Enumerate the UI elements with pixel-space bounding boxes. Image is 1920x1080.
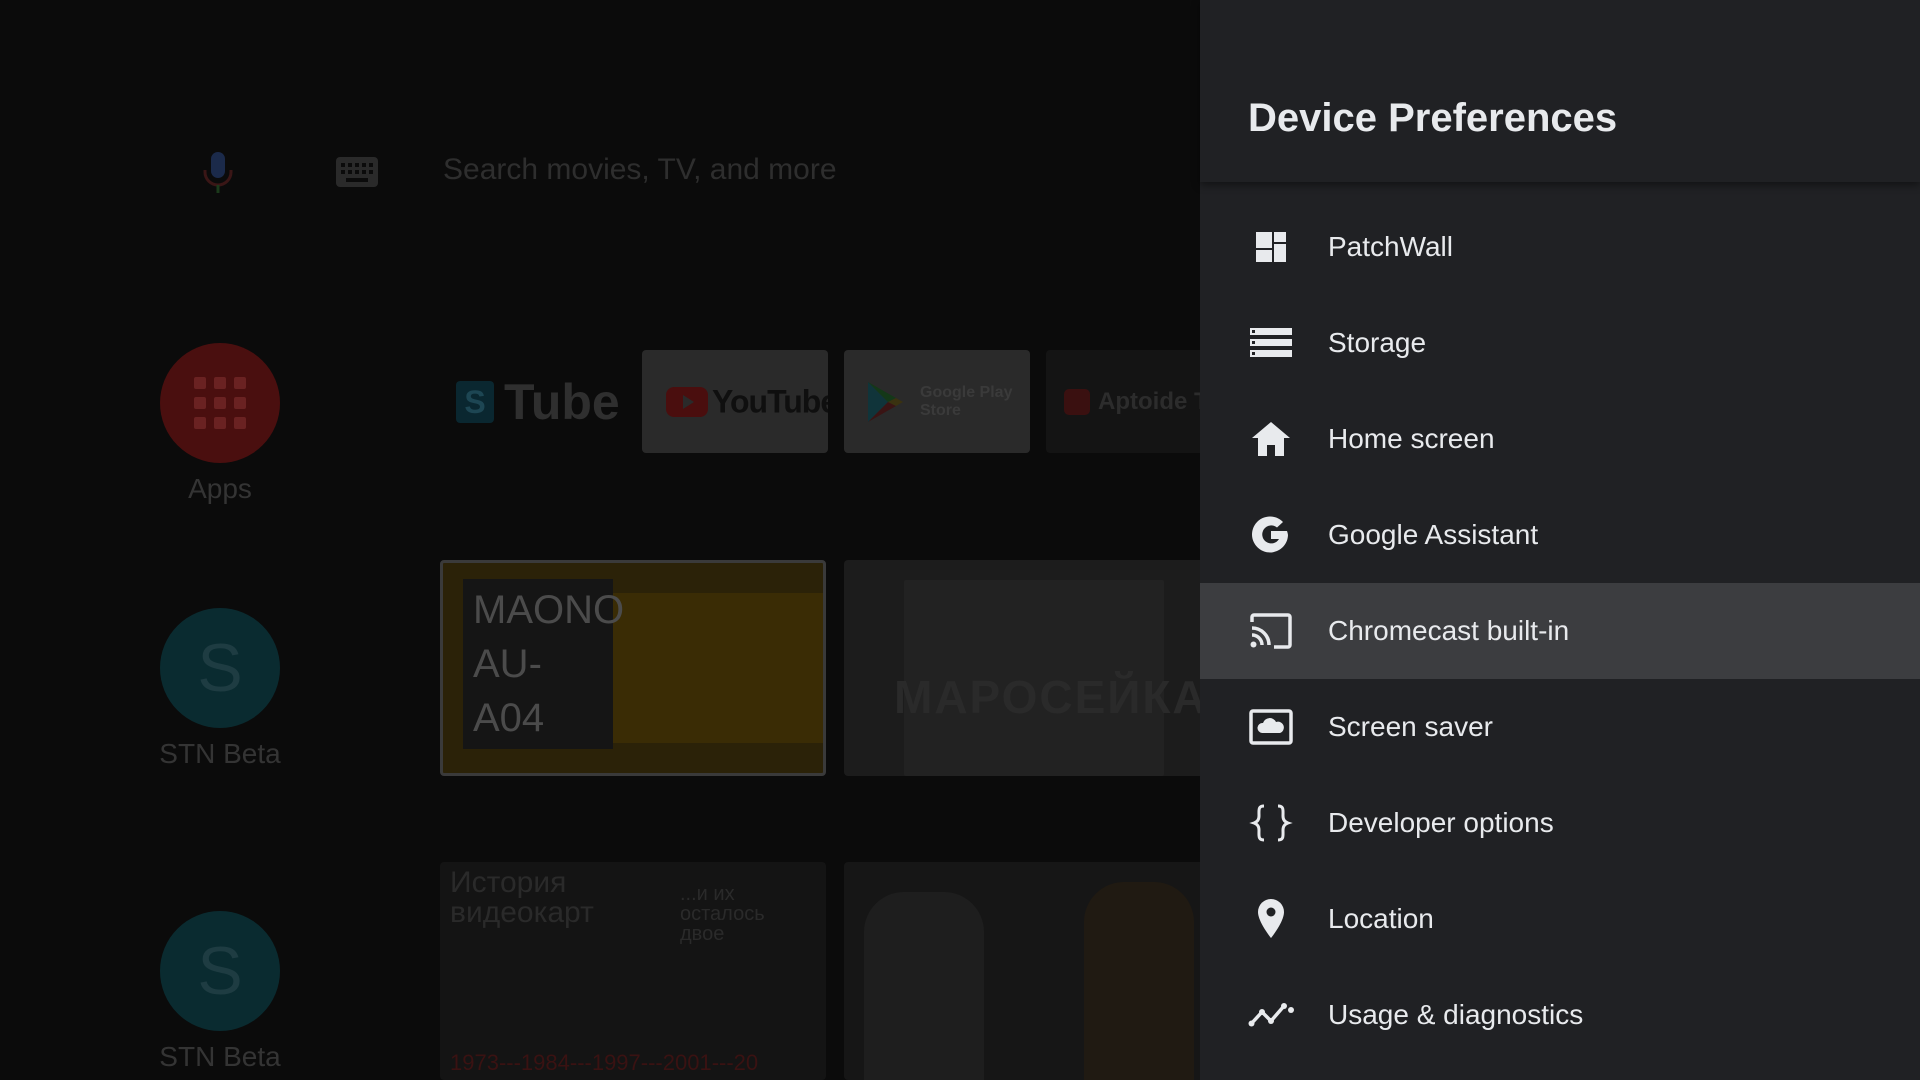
usage-diagnostics-icon bbox=[1248, 992, 1294, 1038]
search-placeholder[interactable]: Search movies, TV, and more bbox=[443, 153, 837, 187]
menu-item-usage-diagnostics[interactable]: Usage & diagnostics bbox=[1200, 967, 1920, 1063]
braces-icon bbox=[1248, 800, 1294, 846]
menu-item-label: Developer options bbox=[1328, 807, 1554, 838]
menu-item-label: Chromecast built-in bbox=[1328, 615, 1570, 646]
video-title-line1: История bbox=[450, 866, 567, 899]
video-card[interactable]: МАРОСЕЙКА bbox=[844, 560, 1200, 776]
menu-item-chromecast-built-in[interactable]: Chromecast built-in bbox=[1200, 583, 1920, 679]
menu-item-developer-options[interactable]: Developer options bbox=[1200, 775, 1920, 871]
video-subtitle-line3: двое bbox=[680, 923, 725, 945]
video-thumbnail-person bbox=[864, 892, 984, 1080]
google-play-store-tile[interactable]: Google Play Store bbox=[844, 350, 1030, 453]
menu-item-screen-saver[interactable]: Screen saver bbox=[1200, 679, 1920, 775]
menu-item-label: PatchWall bbox=[1328, 231, 1454, 262]
stube-logo-icon: S bbox=[456, 380, 494, 423]
cast-icon bbox=[1248, 608, 1294, 654]
aptoide-logo-icon bbox=[1064, 388, 1090, 415]
video-thumbnail-title: История видеокарт bbox=[450, 868, 594, 928]
video-subtitle-line2: осталось bbox=[680, 903, 765, 925]
screen: Search movies, TV, and more Apps S STN B… bbox=[0, 0, 1920, 1080]
menu-item-location[interactable]: Location bbox=[1200, 871, 1920, 967]
menu-item-label: Google Assistant bbox=[1328, 519, 1539, 550]
apps-grid-icon bbox=[160, 343, 280, 463]
menu-item-label: Home screen bbox=[1328, 423, 1495, 454]
location-pin-icon bbox=[1248, 896, 1294, 942]
menu-item-home-screen[interactable]: Home screen bbox=[1200, 391, 1920, 487]
google-play-label-line1: Google Play bbox=[920, 383, 1013, 401]
video-thumbnail-subtitle: ...и их осталось двое bbox=[680, 884, 765, 944]
screensaver-icon bbox=[1248, 704, 1294, 750]
stn-beta-label: STN Beta bbox=[159, 1041, 281, 1072]
video-title-line1: MAONO bbox=[473, 588, 625, 632]
menu-item-google-assistant[interactable]: Google Assistant bbox=[1200, 487, 1920, 583]
video-card[interactable] bbox=[844, 862, 1200, 1080]
menu-item-label: Storage bbox=[1328, 327, 1427, 358]
menu-item-label: Screen saver bbox=[1328, 711, 1493, 742]
microphone-icon[interactable] bbox=[200, 150, 236, 194]
google-play-icon bbox=[868, 381, 903, 422]
home-screen-dimmed: Search movies, TV, and more Apps S STN B… bbox=[0, 0, 1200, 1080]
video-thumbnail-timeline: 1973---1984---1997---2001---20 bbox=[450, 1050, 759, 1075]
apps-shortcut[interactable]: Apps bbox=[160, 343, 280, 505]
video-card[interactable]: MAONO AU-A04 bbox=[440, 560, 826, 776]
stn-beta-app[interactable]: S STN Beta bbox=[159, 911, 281, 1073]
youtube-app-tile[interactable]: YouTube bbox=[642, 350, 828, 453]
menu-item-storage[interactable]: Storage bbox=[1200, 295, 1920, 391]
keyboard-icon[interactable] bbox=[336, 157, 378, 187]
stube-label: Tube bbox=[504, 373, 620, 430]
stn-beta-logo: S bbox=[160, 608, 280, 728]
video-card[interactable]: История видеокарт ...и их осталось двое … bbox=[440, 862, 826, 1080]
video-thumbnail-art bbox=[603, 593, 823, 743]
video-title-line2: видеокарт bbox=[450, 896, 594, 929]
panel-header: Device Preferences bbox=[1200, 0, 1920, 182]
panel-title: Device Preferences bbox=[1248, 96, 1618, 140]
menu-item-patchwall[interactable]: PatchWall bbox=[1200, 199, 1920, 295]
video-title-line2: AU-A04 bbox=[473, 642, 545, 740]
google-g-icon bbox=[1248, 512, 1294, 558]
google-play-label: Google Play Store bbox=[920, 384, 1020, 420]
device-preferences-panel: Device Preferences PatchWall Storage Hom… bbox=[1200, 0, 1920, 1080]
aptoide-app-tile[interactable]: Aptoide T bbox=[1046, 350, 1200, 453]
youtube-play-icon bbox=[666, 386, 708, 417]
menu-item-label: Location bbox=[1328, 903, 1434, 934]
patchwall-icon bbox=[1248, 224, 1294, 270]
apps-label: Apps bbox=[188, 473, 252, 504]
home-icon bbox=[1248, 416, 1294, 462]
preferences-menu: PatchWall Storage Home screen Google Ass… bbox=[1200, 199, 1920, 1063]
youtube-label: YouTube bbox=[712, 383, 828, 419]
aptoide-label: Aptoide T bbox=[1098, 387, 1200, 415]
stn-beta-logo: S bbox=[160, 911, 280, 1031]
stn-beta-label: STN Beta bbox=[159, 738, 281, 769]
video-subtitle-line1: ...и их bbox=[680, 883, 735, 905]
stn-beta-app[interactable]: S STN Beta bbox=[159, 608, 281, 770]
video-thumbnail-person bbox=[1084, 882, 1194, 1080]
menu-item-label: Usage & diagnostics bbox=[1328, 999, 1584, 1030]
storage-icon bbox=[1248, 320, 1294, 366]
google-play-label-line2: Store bbox=[920, 401, 961, 419]
video-thumbnail-title: МАРОСЕЙКА bbox=[894, 671, 1200, 723]
stube-app-tile[interactable]: S Tube bbox=[440, 350, 620, 453]
video-thumbnail-title: MAONO AU-A04 bbox=[463, 579, 625, 749]
